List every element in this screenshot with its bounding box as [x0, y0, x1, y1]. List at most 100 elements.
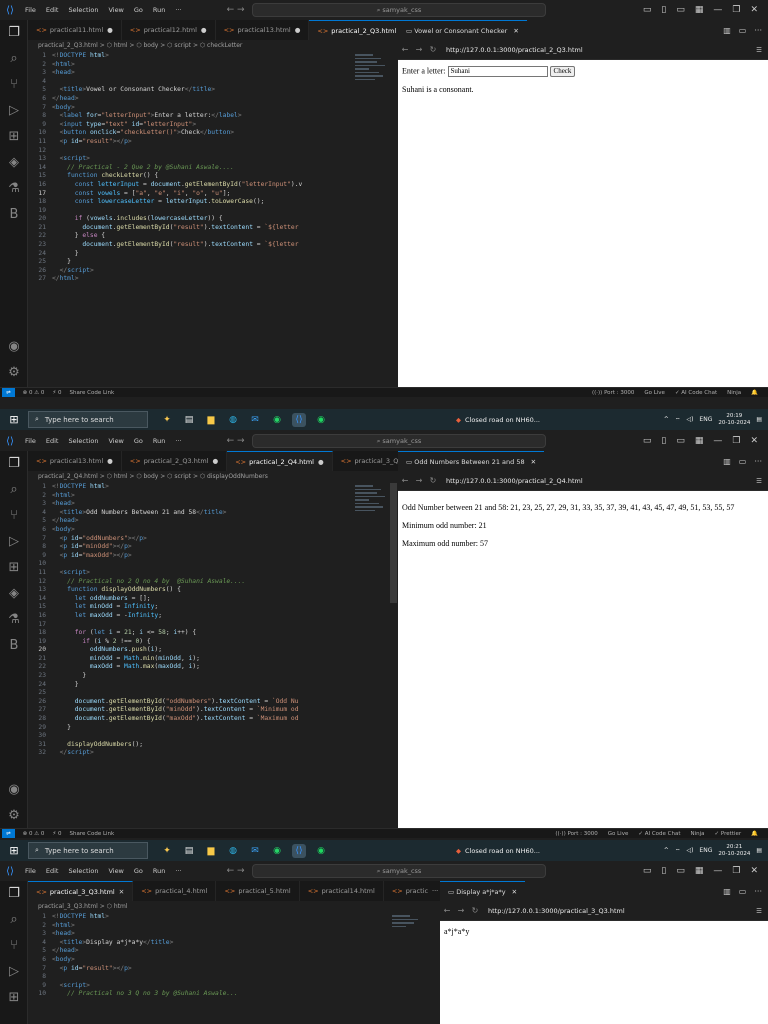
layout-icon[interactable]: ▭: [643, 5, 652, 15]
notifications-icon[interactable]: ▤: [756, 416, 762, 423]
chevron-up-icon[interactable]: ^: [664, 847, 669, 854]
hamburger-menu-icon[interactable]: ☰: [756, 46, 762, 54]
go-live-button[interactable]: Go Live: [608, 829, 629, 838]
menu-go[interactable]: Go: [134, 867, 143, 875]
unsaved-dot-icon[interactable]: ●: [213, 457, 219, 465]
layout-icon[interactable]: ▭: [643, 866, 652, 876]
close-icon[interactable]: ✕: [750, 436, 758, 446]
ai-code-chat[interactable]: ✓ AI Code Chat: [675, 388, 717, 397]
browser-tab[interactable]: ▭ Odd Numbers Between 21 and 58 ✕: [398, 451, 545, 471]
letter-input[interactable]: Suhani: [447, 66, 548, 77]
file-explorer-icon[interactable]: ▆: [204, 844, 218, 858]
menu-edit[interactable]: Edit: [46, 6, 59, 14]
back-arrow-icon[interactable]: ←: [440, 906, 454, 915]
nav-arrows-icon[interactable]: ← →: [227, 5, 245, 15]
hamburger-menu-icon[interactable]: ☰: [756, 907, 762, 915]
tab-practical-5[interactable]: <> practical_5.html: [216, 881, 300, 901]
more-tabs-icon[interactable]: ···: [432, 887, 438, 895]
layout-icon[interactable]: ▦: [695, 866, 704, 876]
network-icon[interactable]: ⌔: [675, 416, 681, 424]
settings-gear-icon[interactable]: ⚙: [0, 803, 28, 829]
tab-practical12[interactable]: <> practical12.html ●: [121, 20, 216, 40]
more-actions-icon[interactable]: ···: [754, 26, 762, 35]
close-icon[interactable]: ✕: [531, 458, 536, 466]
search-icon[interactable]: ⌕: [0, 477, 28, 503]
menu-edit[interactable]: Edit: [46, 437, 59, 445]
hamburger-menu-icon[interactable]: ☰: [756, 477, 762, 485]
code-editor[interactable]: 1 <!DOCTYPE html> 2 <html> 3 <head> 4 5 <ti…: [28, 52, 368, 392]
ai-code-chat[interactable]: ✓ AI Code Chat: [638, 829, 680, 838]
menu-go[interactable]: Go: [134, 437, 143, 445]
back-arrow-icon[interactable]: ←: [398, 476, 412, 485]
menu-more[interactable]: ···: [175, 6, 181, 14]
menu-more[interactable]: ···: [175, 867, 181, 875]
ninja-indicator[interactable]: Ninja: [727, 388, 741, 397]
edge-icon[interactable]: ◍: [226, 844, 240, 858]
editor-scrollbar[interactable]: [390, 483, 397, 603]
reload-icon[interactable]: ↻: [426, 45, 440, 54]
port-indicator[interactable]: ((·)) Port : 3000: [592, 388, 634, 397]
reload-icon[interactable]: ↻: [468, 906, 482, 915]
testing-icon[interactable]: ⚗: [0, 607, 28, 633]
clock[interactable]: 20:19 20-10-2024: [718, 413, 750, 427]
copilot-icon[interactable]: ✦: [160, 413, 174, 427]
check-button[interactable]: Check: [549, 66, 576, 77]
browser-tab[interactable]: ▭ Vowel or Consonant Checker ✕: [398, 20, 527, 40]
chevron-up-icon[interactable]: ^: [664, 416, 669, 423]
split-editor-icon[interactable]: ▥: [723, 26, 731, 35]
layout-icon[interactable]: ▯: [661, 5, 666, 15]
notifications-icon[interactable]: ▤: [756, 847, 762, 854]
menu-more[interactable]: ···: [175, 437, 181, 445]
bell-icon[interactable]: 🔔: [751, 829, 758, 838]
windows-start-icon[interactable]: ⊞: [0, 413, 28, 426]
unsaved-dot-icon[interactable]: ●: [295, 26, 301, 34]
menu-selection[interactable]: Selection: [68, 867, 98, 875]
command-center-search[interactable]: ⌕ samyak_css: [252, 3, 546, 17]
layout-icon[interactable]: ▯: [661, 866, 666, 876]
explorer-icon[interactable]: ❐: [0, 881, 28, 907]
menu-view[interactable]: View: [108, 867, 123, 875]
taskbar-search[interactable]: ⌕ Type here to search: [28, 842, 148, 859]
testing-icon[interactable]: ⚗: [0, 176, 28, 202]
layout-icon[interactable]: ▭: [676, 5, 685, 15]
extensions-icon[interactable]: ⊞: [0, 124, 28, 150]
tab-practic[interactable]: <> practic ···: [383, 881, 440, 901]
layout-icon[interactable]: ▦: [695, 436, 704, 446]
code-editor[interactable]: 1 <!DOCTYPE html> 2 <html> 3 <head> 4 <titl…: [28, 913, 408, 1023]
source-control-icon[interactable]: ⑂: [0, 933, 28, 959]
split-editor-icon[interactable]: ▥: [723, 887, 731, 896]
volume-icon[interactable]: ◁): [686, 847, 693, 854]
minimize-icon[interactable]: —: [713, 866, 722, 876]
split-editor-icon[interactable]: ▥: [723, 457, 731, 466]
edge-icon[interactable]: ◍: [226, 413, 240, 427]
forward-arrow-icon[interactable]: →: [412, 45, 426, 54]
python-icon[interactable]: ◈: [0, 581, 28, 607]
search-icon[interactable]: ⌕: [0, 46, 28, 72]
news-widget[interactable]: ◆ Closed road on NH60...: [456, 847, 540, 855]
port-indicator[interactable]: ((·)) Port : 3000: [555, 829, 597, 838]
menu-run[interactable]: Run: [153, 6, 165, 14]
run-debug-icon[interactable]: ▷: [0, 959, 28, 985]
go-live-button[interactable]: Go Live: [644, 388, 665, 397]
ports-indicator[interactable]: ⚡ 0: [52, 388, 61, 397]
remote-icon[interactable]: ⇌: [2, 388, 15, 397]
code-editor[interactable]: 1 <!DOCTYPE html> 2 <html> 3 <head> 4 <titl…: [28, 483, 368, 823]
run-debug-icon[interactable]: ▷: [0, 529, 28, 555]
command-center-search[interactable]: ⌕ samyak_css: [252, 864, 546, 878]
task-view-icon[interactable]: ▤: [182, 844, 196, 858]
task-view-icon[interactable]: ▤: [182, 413, 196, 427]
close-icon[interactable]: ✕: [119, 888, 124, 896]
network-icon[interactable]: ⌔: [675, 847, 681, 855]
source-control-icon[interactable]: ⑂: [0, 503, 28, 529]
breadcrumb[interactable]: practical_2_Q3.html > ⬡ html > ⬡ body > …: [28, 40, 242, 52]
breadcrumb[interactable]: practical_3_Q3.html > ⬡ html: [28, 901, 128, 913]
menu-run[interactable]: Run: [153, 437, 165, 445]
problems-indicator[interactable]: ⊗ 0 ⚠ 0: [23, 388, 45, 397]
url-field[interactable]: http://127.0.0.1:3000/practical_2_Q4.htm…: [446, 477, 583, 485]
tab-practical13[interactable]: <> practical13.html ●: [215, 20, 310, 40]
tab-practical-3-q3[interactable]: <>practical_3_Q3.htm: [332, 451, 398, 471]
ports-indicator[interactable]: ⚡ 0: [52, 829, 61, 838]
layout-icon[interactable]: ▭: [676, 866, 685, 876]
menu-file[interactable]: File: [25, 437, 36, 445]
more-actions-icon[interactable]: ···: [754, 887, 762, 896]
